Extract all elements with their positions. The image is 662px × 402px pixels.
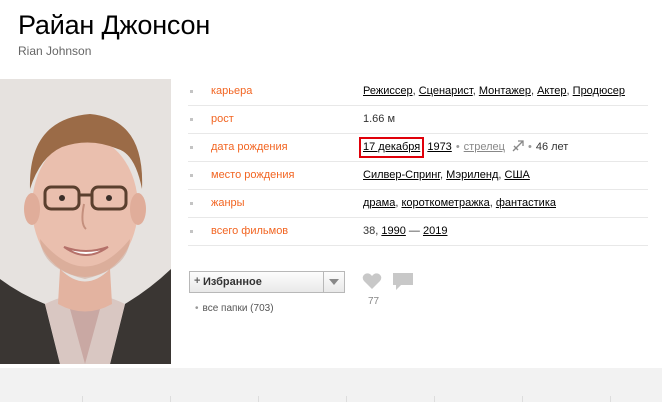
footer-divider xyxy=(434,396,435,402)
films-count: 38 xyxy=(363,225,376,237)
films-dash: — xyxy=(408,225,420,237)
info-row-career: карьера Режиссер, Сценарист, Монтажер, А… xyxy=(188,78,648,106)
career-link-writer[interactable]: Сценарист xyxy=(419,85,473,97)
footer-divider xyxy=(610,396,611,402)
plus-icon: + xyxy=(194,275,201,287)
info-label-birth-place: место рождения xyxy=(211,169,295,181)
footer-divider xyxy=(258,396,259,402)
bullet-icon xyxy=(190,202,193,205)
person-photo xyxy=(0,79,171,364)
films-from-year-link[interactable]: 1990 xyxy=(381,225,405,237)
info-label-total-films: всего фильмов xyxy=(211,225,289,237)
likes-count: 77 xyxy=(368,296,380,307)
age-text: 46 лет xyxy=(535,141,569,153)
all-folders-label: все папки (703) xyxy=(202,303,274,314)
birth-year-link[interactable]: 1973 xyxy=(427,141,451,153)
info-value-birth-place: Силвер-Спринг, Мэриленд, США xyxy=(363,169,530,181)
info-value-height: 1.66 м xyxy=(363,113,396,125)
info-label-height: рост xyxy=(211,113,234,125)
info-row-birth-place: место рождения Силвер-Спринг, Мэриленд, … xyxy=(188,162,648,190)
person-name-ru: Райан Джонсон xyxy=(18,10,211,40)
footer-divider xyxy=(522,396,523,402)
person-name-en: Rian Johnson xyxy=(18,44,92,58)
highlight-box: 17 декабря xyxy=(359,137,425,158)
birth-country-link[interactable]: США xyxy=(505,169,530,181)
info-row-height: рост 1.66 м xyxy=(188,106,648,134)
bullet-icon xyxy=(190,146,193,149)
info-value-career: Режиссер, Сценарист, Монтажер, Актер, Пр… xyxy=(363,85,625,97)
footer-divider xyxy=(170,396,171,402)
info-label-birth-date: дата рождения xyxy=(211,141,288,153)
genre-link-drama[interactable]: драма xyxy=(363,197,395,209)
birth-city-link[interactable]: Силвер-Спринг xyxy=(363,169,440,181)
favorites-label: Избранное xyxy=(203,276,262,288)
career-link-director[interactable]: Режиссер xyxy=(363,85,413,97)
info-value-birth-date: 17 декабря 1973 • стрелец • 46 лет xyxy=(359,134,569,161)
info-table: карьера Режиссер, Сценарист, Монтажер, А… xyxy=(188,78,648,246)
career-link-producer[interactable]: Продюсер xyxy=(573,85,625,97)
birth-day-link[interactable]: 17 декабря xyxy=(363,141,420,153)
career-link-actor[interactable]: Актер xyxy=(537,85,566,97)
zodiac-link[interactable]: стрелец xyxy=(464,141,505,153)
birth-state-link[interactable]: Мэриленд xyxy=(446,169,498,181)
info-row-genres: жанры драма, короткометражка, фантастика xyxy=(188,190,648,218)
info-row-birth-date: дата рождения 17 декабря 1973 • стрелец • 4… xyxy=(188,134,648,162)
chevron-down-icon xyxy=(329,279,339,285)
footer-divider xyxy=(346,396,347,402)
zodiac-sagittarius-icon xyxy=(512,140,524,152)
footer-divider xyxy=(82,396,83,402)
genre-link-scifi[interactable]: фантастика xyxy=(496,197,556,209)
bullet-icon xyxy=(190,230,193,233)
bullet-icon xyxy=(190,90,193,93)
all-folders-text: • все папки (703) xyxy=(195,303,274,314)
person-panel: Райан Джонсон Rian Johnson карьера Режис… xyxy=(0,0,662,368)
info-label-career: карьера xyxy=(211,85,253,97)
comment-icon[interactable] xyxy=(392,272,414,297)
genre-link-short[interactable]: короткометражка xyxy=(401,197,489,209)
heart-icon[interactable] xyxy=(362,272,382,295)
info-label-genres: жанры xyxy=(211,197,245,209)
career-link-editor[interactable]: Монтажер xyxy=(479,85,531,97)
favorites-arrow-button[interactable] xyxy=(323,272,344,292)
favorites-dropdown[interactable]: + Избранное xyxy=(189,271,345,293)
info-value-genres: драма, короткометражка, фантастика xyxy=(363,197,556,209)
info-row-total-films: всего фильмов 38, 1990 — 2019 xyxy=(188,218,648,246)
bullet-icon xyxy=(190,118,193,121)
bullet-icon xyxy=(190,174,193,177)
films-to-year-link[interactable]: 2019 xyxy=(423,225,447,237)
info-value-total-films: 38, 1990 — 2019 xyxy=(363,225,448,237)
